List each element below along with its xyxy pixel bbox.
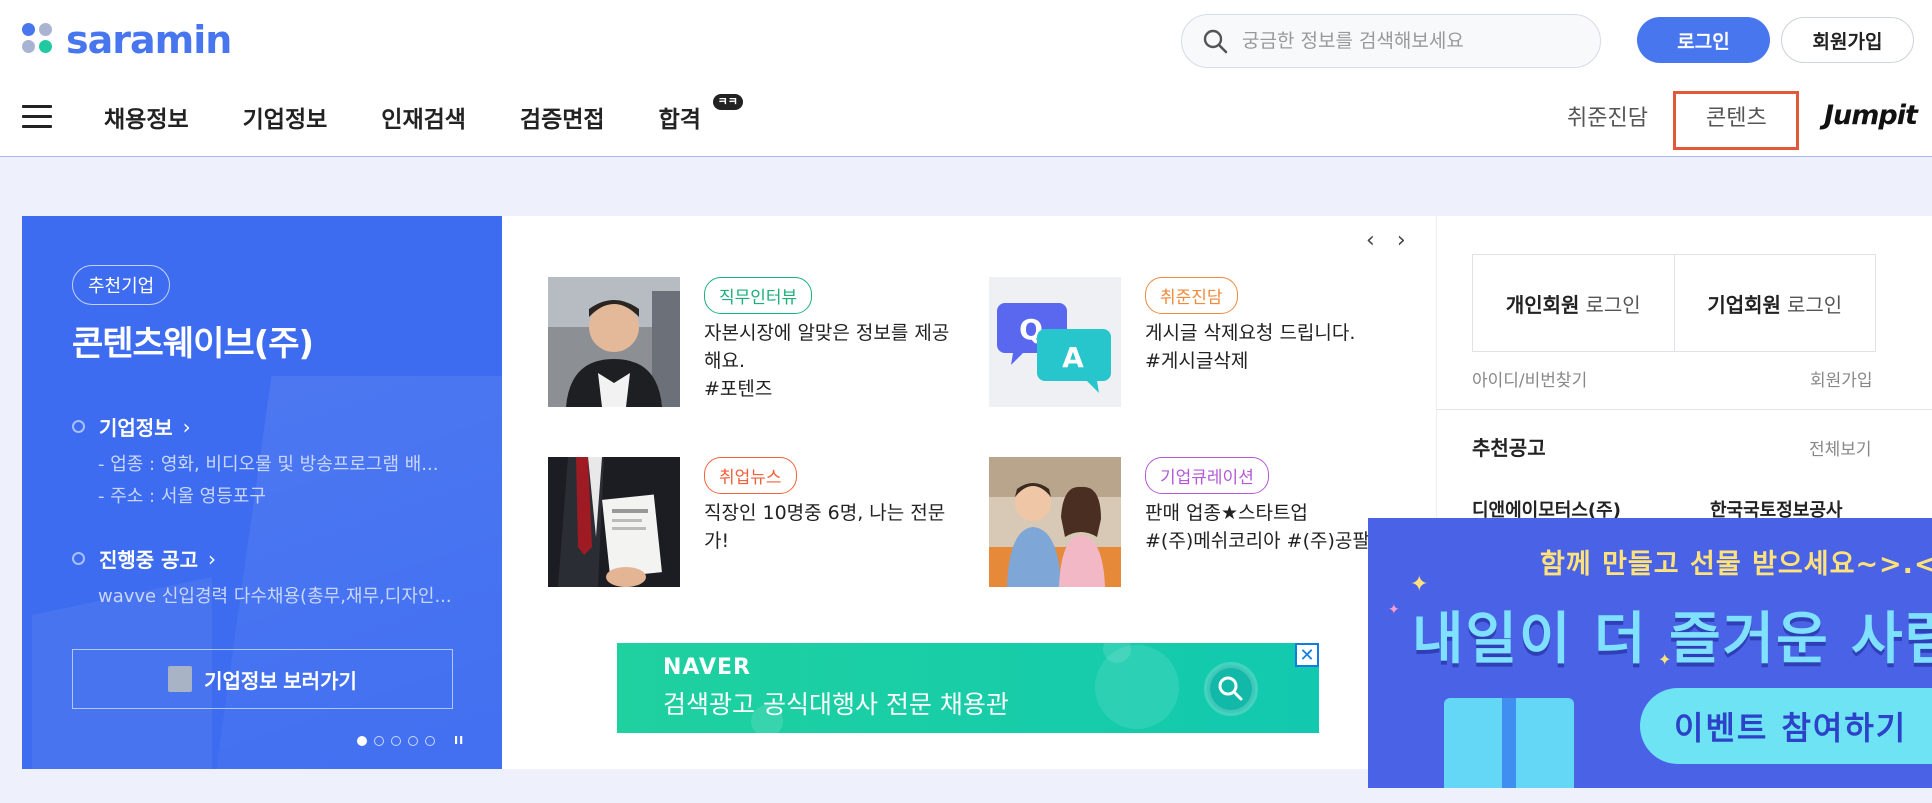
chevron-right-icon: › (182, 414, 191, 439)
banner-pagination: II (357, 734, 464, 747)
content-card[interactable]: Q A 취준진담 게시글 삭제요청 드립니다. #게시글삭제 (989, 277, 1409, 407)
search-bar[interactable] (1181, 14, 1601, 68)
recommended-tag: 추천기업 (72, 265, 171, 305)
personal-login-rest: 로그인 (1585, 292, 1641, 317)
logo-dots-icon (22, 23, 56, 57)
view-all-link[interactable]: 전체보기 (1809, 435, 1872, 460)
card-tag: 취준진담 (1145, 277, 1238, 314)
close-icon[interactable]: ✕ (1295, 643, 1319, 667)
card-hashtag: #포텐즈 (704, 378, 773, 400)
menu-icon[interactable] (22, 105, 52, 129)
nav-item-pass[interactable]: 합격 ㅋㅋ (658, 94, 743, 134)
nav-item-talk[interactable]: 취준진담 (1567, 100, 1648, 132)
main-nav: 채용정보 기업정보 인재검색 검증면접 합격 ㅋㅋ (104, 94, 755, 134)
card-thumbnail (548, 457, 680, 587)
nav-badge: ㅋㅋ (712, 94, 743, 110)
recommended-company-banner[interactable]: 추천기업 콘텐츠웨이브(주) 기업정보 › - 업종 : 영화, 비디오물 및 … (22, 216, 502, 769)
nav-item-talent[interactable]: 인재검색 (381, 100, 466, 134)
chevron-right-icon: › (207, 546, 216, 571)
saramin-logo[interactable]: saramin (22, 18, 232, 62)
event-banner[interactable]: ✦ ✦ ✦ 함께 만들고 선물 받으세요~>.< 내일이 더 즐거운 사람 이벤… (1368, 518, 1932, 788)
card-text: 직장인 10명중 6명, 나는 전문가! (704, 499, 954, 555)
divider (1436, 409, 1932, 410)
gift-icon (1444, 698, 1574, 788)
personal-login-button[interactable]: 개인회원 로그인 (1473, 255, 1674, 351)
content-card[interactable]: 취업뉴스 직장인 10명중 6명, 나는 전문가! (548, 457, 968, 587)
card-thumbnail (989, 457, 1121, 587)
view-company-label: 기업정보 보러가기 (204, 670, 357, 693)
event-title: 내일이 더 즐거운 사람 (1412, 607, 1932, 672)
pagination-dot[interactable] (374, 735, 384, 746)
recommended-jobs-title: 추천공고 (1472, 436, 1546, 460)
pause-icon[interactable]: II (454, 734, 464, 747)
nav-item-recruit[interactable]: 채용정보 (104, 100, 189, 134)
personal-login-bold: 개인회원 (1505, 292, 1580, 317)
search-icon (1203, 29, 1228, 54)
qa-icon: Q A (989, 277, 1121, 407)
sparkle-icon: ✦ (1388, 602, 1400, 618)
card-hashtag: #(주)메쉬코리아 #(주)공팔... (1145, 530, 1388, 552)
card-text: 판매 업종★스타트업 #(주)메쉬코리아 #(주)공팔... (1145, 499, 1395, 555)
content-card[interactable]: 기업큐레이션 판매 업종★스타트업 #(주)메쉬코리아 #(주)공팔... (989, 457, 1409, 587)
bullet-icon (72, 420, 85, 433)
section-title: 진행중 공고 (99, 548, 198, 572)
card-title: 판매 업종★스타트업 (1145, 502, 1308, 524)
company-name: 콘텐츠웨이브(주) (72, 324, 314, 364)
active-jobs-link[interactable]: 진행중 공고 › (72, 544, 216, 573)
card-tag: 직무인터뷰 (704, 277, 813, 314)
corp-login-bold: 기업회원 (1707, 292, 1781, 317)
section-title: 기업정보 (99, 416, 173, 440)
svg-text:A: A (1062, 341, 1084, 374)
pagination-dot[interactable] (408, 735, 418, 746)
job-posting-text[interactable]: wavve 신입경력 다수채용(총무,재무,디자인... (98, 582, 478, 608)
card-tag: 기업큐레이션 (1145, 457, 1269, 494)
card-title: 자본시장에 알맞은 정보를 제공해요. (704, 322, 950, 372)
naver-logo: NAVER (663, 655, 751, 680)
building-icon (168, 666, 193, 692)
card-title: 게시글 삭제요청 드립니다. (1145, 322, 1356, 344)
login-box: 개인회원 로그인 기업회원 로그인 (1472, 254, 1876, 352)
address-text: - 주소 : 서울 영등포구 (98, 486, 266, 507)
view-company-button[interactable]: 기업정보 보러가기 (72, 649, 453, 709)
find-account-link[interactable]: 아이디/비번찾기 (1472, 366, 1587, 391)
carousel-arrows: ‹ › (1366, 228, 1406, 253)
ad-copy: 검색광고 공식대행사 전문 채용관 (663, 690, 1009, 719)
card-text: 자본시장에 알맞은 정보를 제공해요. #포텐즈 (704, 319, 954, 403)
prev-arrow-icon[interactable]: ‹ (1366, 228, 1375, 253)
join-button[interactable]: 회원가입 (1781, 17, 1914, 63)
corp-login-button[interactable]: 기업회원 로그인 (1673, 255, 1876, 351)
bullet-icon (72, 552, 85, 565)
corp-login-rest: 로그인 (1786, 292, 1843, 317)
nav-item-interview[interactable]: 검증면접 (520, 100, 605, 134)
pagination-dot[interactable] (425, 735, 435, 746)
nav-item-pass-label: 합격 (658, 107, 701, 133)
content-card[interactable]: 직무인터뷰 자본시장에 알맞은 정보를 제공해요. #포텐즈 (548, 277, 968, 407)
nav-item-contents[interactable]: 콘텐츠 (1706, 100, 1767, 132)
banner-bg-shape (212, 376, 502, 769)
logo-text: saramin (66, 18, 232, 62)
sidebar-join-link[interactable]: 회원가입 (1810, 366, 1873, 391)
naver-ad-banner[interactable]: NAVER 검색광고 공식대행사 전문 채용관 ✕ (617, 643, 1319, 733)
next-arrow-icon[interactable]: › (1397, 228, 1406, 253)
jumpit-logo[interactable]: Jumpit (1824, 100, 1918, 131)
event-subtitle: 함께 만들고 선물 받으세요~>.< (1540, 549, 1932, 580)
event-join-button[interactable]: 이벤트 참여하기 (1640, 688, 1932, 764)
card-title: 직장인 10명중 6명, 나는 전문가! (704, 502, 946, 552)
card-thumbnail (548, 277, 680, 407)
industry-text: - 업종 : 영화, 비디오물 및 방송프로그램 배... (98, 454, 439, 475)
card-hashtag: #게시글삭제 (1145, 350, 1249, 372)
pagination-dot[interactable] (391, 735, 401, 746)
company-info-link[interactable]: 기업정보 › (72, 412, 191, 441)
nav-item-company[interactable]: 기업정보 (243, 100, 328, 134)
search-input[interactable] (1242, 30, 1562, 52)
login-button[interactable]: 로그인 (1637, 17, 1770, 63)
pagination-dot[interactable] (357, 735, 367, 746)
card-text: 게시글 삭제요청 드립니다. #게시글삭제 (1145, 319, 1395, 375)
card-tag: 취업뉴스 (704, 457, 797, 494)
